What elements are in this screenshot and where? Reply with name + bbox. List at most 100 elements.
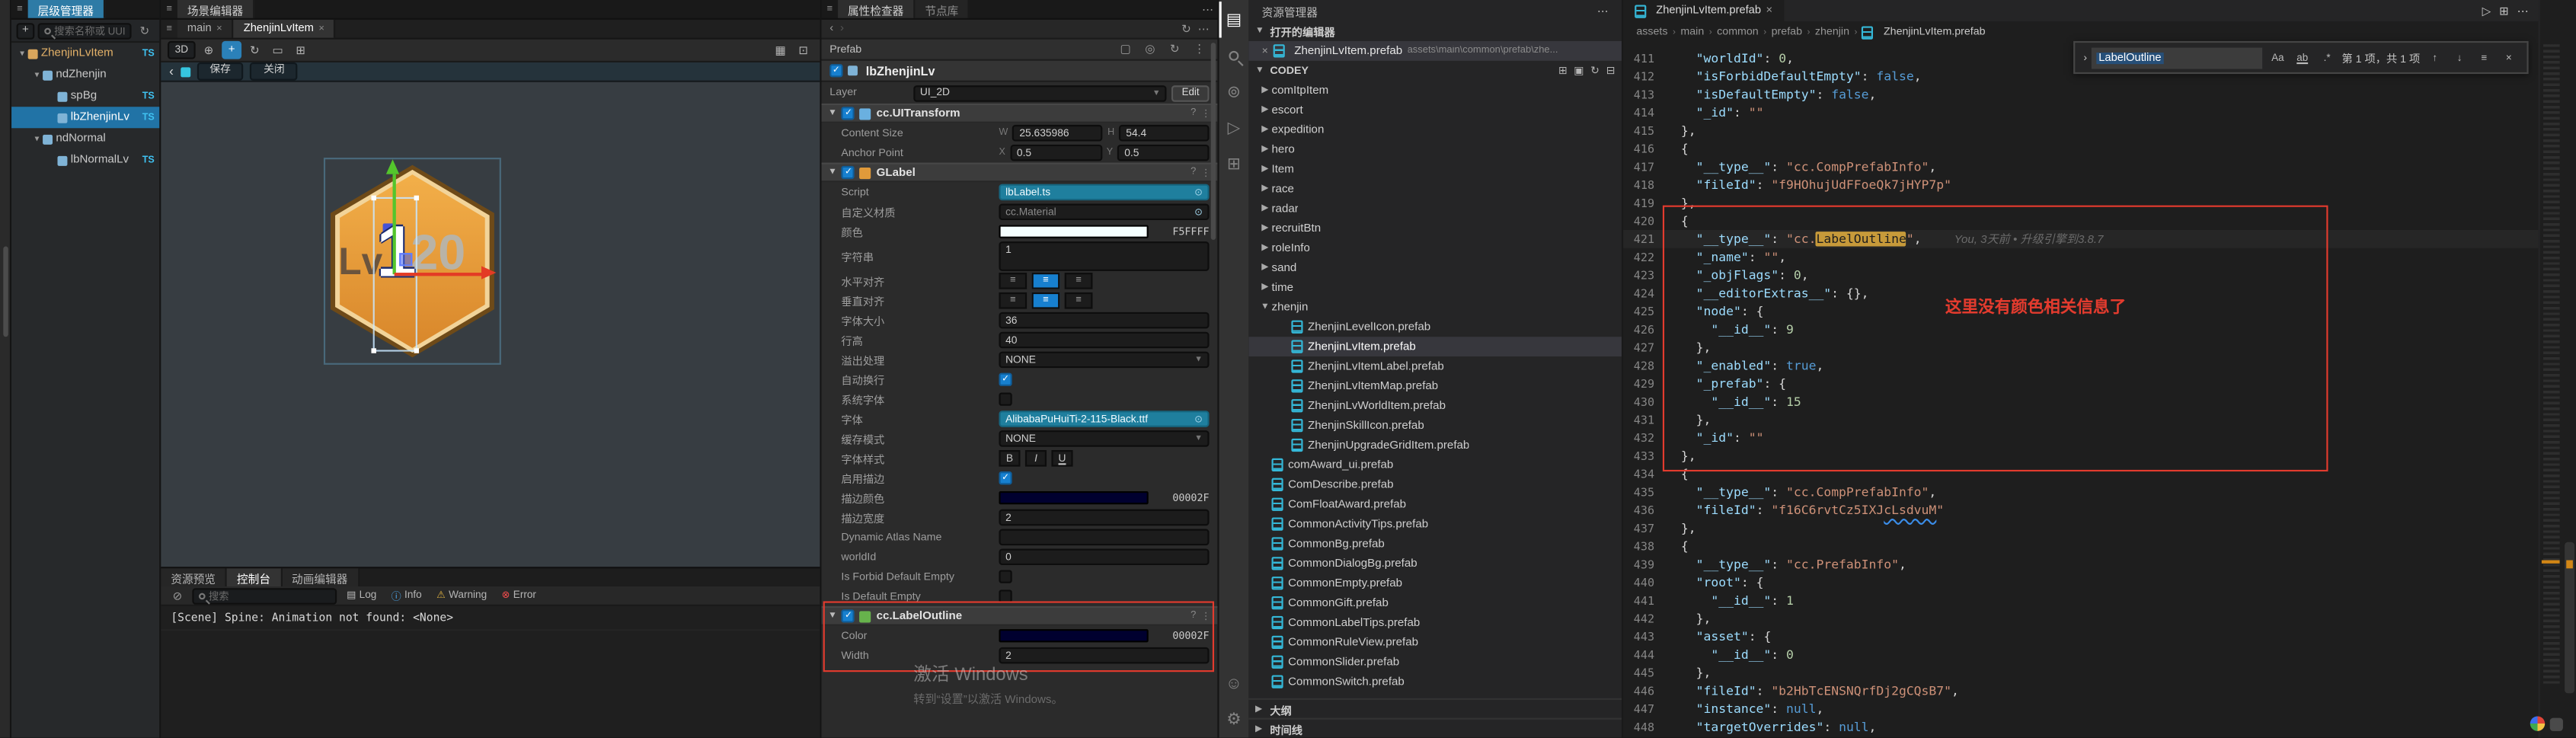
prefab-edit-icon[interactable]: ▢ <box>1116 43 1136 56</box>
close-icon[interactable]: × <box>216 24 222 34</box>
code-line-436[interactable]: 436 "fileId": "f16C6rvtCz5IXJcLsdvuM" <box>1623 501 2538 519</box>
account-icon[interactable]: ☺ <box>1219 666 1248 701</box>
chevron-right-icon[interactable]: ▶ <box>1258 223 1271 233</box>
explorer-item-ComDescribe.prefab[interactable]: ComDescribe.prefab <box>1248 474 1622 494</box>
gizmo-x-arrowhead[interactable] <box>481 266 497 280</box>
explorer-item-CommonActivityTips.prefab[interactable]: CommonActivityTips.prefab <box>1248 514 1622 534</box>
refresh-icon[interactable]: ↻ <box>1181 22 1191 35</box>
hierarchy-node-spBg[interactable]: spBg TS <box>11 85 159 107</box>
tab-node-library[interactable]: 节点库 <box>915 0 970 18</box>
new-folder-icon[interactable]: ▣ <box>1574 64 1584 77</box>
code-line-441[interactable]: 441 "__id__": 1 <box>1623 592 2538 610</box>
scale-tool-icon[interactable]: ⊞ <box>291 41 311 59</box>
code-line-414[interactable]: 414 "_id": "" <box>1623 104 2538 122</box>
filter-warning-toggle[interactable]: ⚠ Warning <box>432 589 492 601</box>
chevron-right-icon[interactable]: ▶ <box>1258 165 1271 174</box>
collapse-arrow-icon[interactable]: ▼ <box>828 168 837 177</box>
breadcrumb-item[interactable]: zhenjin <box>1815 27 1849 38</box>
tab-hierarchy[interactable]: 层级管理器 <box>27 0 106 18</box>
code-line-445[interactable]: 445 }, <box>1623 663 2538 682</box>
explorer-item-CommonSlider.prefab[interactable]: CommonSlider.prefab <box>1248 652 1622 672</box>
checkbox-14[interactable]: ✓ <box>999 471 1012 485</box>
hierarchy-node-lbNormalLv[interactable]: lbNormalLv TS <box>11 149 159 171</box>
more-icon[interactable]: ⋯ <box>1197 22 1209 35</box>
align-left-button[interactable]: ≡ <box>999 292 1028 309</box>
expand-arrow-icon[interactable]: ▾ <box>31 134 43 144</box>
gizmo-settings-icon[interactable]: ⊡ <box>794 41 813 59</box>
code-line-447[interactable]: 447 "instance": null, <box>1623 700 2538 718</box>
explorer-item-ZhenjinLvItemMap.prefab[interactable]: ZhenjinLvItemMap.prefab <box>1248 376 1622 396</box>
chevron-right-icon[interactable]: ▶ <box>1258 105 1271 115</box>
scene-tab-zhenjinlvitem[interactable]: ZhenjinLvItem × <box>233 19 337 38</box>
run-icon[interactable]: ▷ <box>2482 4 2491 18</box>
back-arrow-icon[interactable]: ‹ <box>169 64 174 78</box>
new-file-icon[interactable]: ⊞ <box>1558 64 1568 77</box>
code-line-428[interactable]: 428 "_enabled": true, <box>1623 356 2538 375</box>
code-line-422[interactable]: 422 "_name": "", <box>1623 248 2538 267</box>
match-case-toggle[interactable]: Aa <box>2268 48 2287 68</box>
explorer-item-ZhenjinSkillIcon.prefab[interactable]: ZhenjinSkillIcon.prefab <box>1248 416 1622 436</box>
pan-tool-icon[interactable]: ⊕ <box>199 41 219 59</box>
panel-menu-icon[interactable]: ≡ <box>161 0 177 18</box>
open-editors-header[interactable]: ▼ 打开的编辑器 <box>1248 21 1622 41</box>
code-line-442[interactable]: 442 }, <box>1623 609 2538 628</box>
chevron-down-icon[interactable]: ▼ <box>1258 302 1271 312</box>
collapse-arrow-icon[interactable]: ▼ <box>828 108 837 118</box>
gizmo-y-axis[interactable] <box>392 174 395 275</box>
panel-menu-icon[interactable]: ≡ <box>11 0 28 18</box>
outline-color-swatch[interactable] <box>999 629 1149 643</box>
explorer-icon[interactable]: ▤ <box>1219 2 1248 37</box>
close-icon[interactable]: × <box>2499 48 2519 68</box>
breadcrumb-item[interactable]: ZhenjinLvItem.prefab <box>1884 27 1986 38</box>
checkbox-20[interactable] <box>999 589 1012 603</box>
help-icon[interactable]: ? <box>1191 108 1196 118</box>
explorer-item-comItpItem[interactable]: ▶ comItpItem <box>1248 81 1622 101</box>
open-editor-item[interactable]: × ZhenjinLvItem.prefab assets\main\commo… <box>1248 40 1622 61</box>
asset-picker-icon[interactable]: ⊙ <box>1194 187 1203 198</box>
breadcrumb-item[interactable]: assets <box>1636 27 1667 38</box>
code-line-439[interactable]: 439 "__type__": "cc.PrefabInfo", <box>1623 555 2538 573</box>
breadcrumbs[interactable]: assets › main › common › prefab › zhenjin › Zhenji… <box>1623 21 2538 43</box>
console-log-line[interactable]: [Scene] Spine: Animation not found: <Non… <box>161 606 820 631</box>
editor-tab[interactable]: ZhenjinLvItem.prefab × <box>1623 0 1786 22</box>
asset-field-11[interactable]: AlibabaPuHuiTi-2-115-Black.ttf ⊙ <box>999 411 1210 427</box>
field-6[interactable]: 36 <box>999 312 1210 328</box>
whole-word-toggle[interactable]: ab <box>2293 48 2312 68</box>
explorer-item-CommonRuleView.prefab[interactable]: CommonRuleView.prefab <box>1248 632 1622 652</box>
rotate-tool-icon[interactable]: ↻ <box>244 41 264 59</box>
asset-field-0[interactable]: lbLabel.ts ⊙ <box>999 184 1210 200</box>
extensions-icon[interactable]: ⊞ <box>1219 146 1248 182</box>
refresh-icon[interactable]: ↻ <box>135 24 155 37</box>
content-size-w-input[interactable]: 25.635986 <box>1012 125 1103 141</box>
explorer-item-sand[interactable]: ▶ sand <box>1248 258 1622 278</box>
tray-color-icon[interactable] <box>2530 716 2546 731</box>
mode-3d-toggle[interactable]: 3D <box>168 40 196 59</box>
help-icon[interactable]: ? <box>1191 168 1196 177</box>
hierarchy-node-ndZhenjin[interactable]: ▾ ndZhenjin <box>11 64 159 85</box>
code-line-443[interactable]: 443 "asset": { <box>1623 628 2538 646</box>
source-control-icon[interactable]: ⊚ <box>1219 74 1248 110</box>
tab-inspector[interactable]: 属性检查器 <box>838 0 916 18</box>
explorer-item-comAward_ui.prefab[interactable]: comAward_ui.prefab <box>1248 455 1622 474</box>
explorer-item-CommonDialogBg.prefab[interactable]: CommonDialogBg.prefab <box>1248 554 1622 573</box>
console-clear-icon[interactable]: ⊘ <box>168 589 187 602</box>
filter-error-toggle[interactable]: ⊗ Error <box>497 589 541 601</box>
explorer-item-Item[interactable]: ▶ Item <box>1248 159 1622 179</box>
asset-picker-icon[interactable]: ⊙ <box>1194 206 1203 218</box>
component-menu-icon[interactable]: ⋮ <box>1201 167 1211 178</box>
code-line-413[interactable]: 413 "isDefaultEmpty": false, <box>1623 85 2538 104</box>
field-17[interactable] <box>999 529 1210 545</box>
field-18[interactable]: 0 <box>999 548 1210 565</box>
move-tool-icon[interactable]: + <box>222 40 242 59</box>
asset-picker-icon[interactable]: ⊙ <box>1194 413 1203 425</box>
explorer-item-hero[interactable]: ▶ hero <box>1248 139 1622 159</box>
gizmo-y-arrowhead[interactable] <box>385 159 400 174</box>
explorer-item-radar[interactable]: ▶ radar <box>1248 199 1622 219</box>
explorer-item-ZhenjinUpgradeGridItem.prefab[interactable]: ZhenjinUpgradeGridItem.prefab <box>1248 436 1622 455</box>
explorer-item-expedition[interactable]: ▶ expedition <box>1248 120 1622 139</box>
color-swatch[interactable] <box>999 225 1149 238</box>
more-actions-icon[interactable]: ⋯ <box>2517 4 2529 18</box>
next-match-icon[interactable]: ↓ <box>2450 48 2469 68</box>
code-line-433[interactable]: 433 }, <box>1623 447 2538 465</box>
refresh-icon[interactable]: ↻ <box>1590 64 1600 77</box>
